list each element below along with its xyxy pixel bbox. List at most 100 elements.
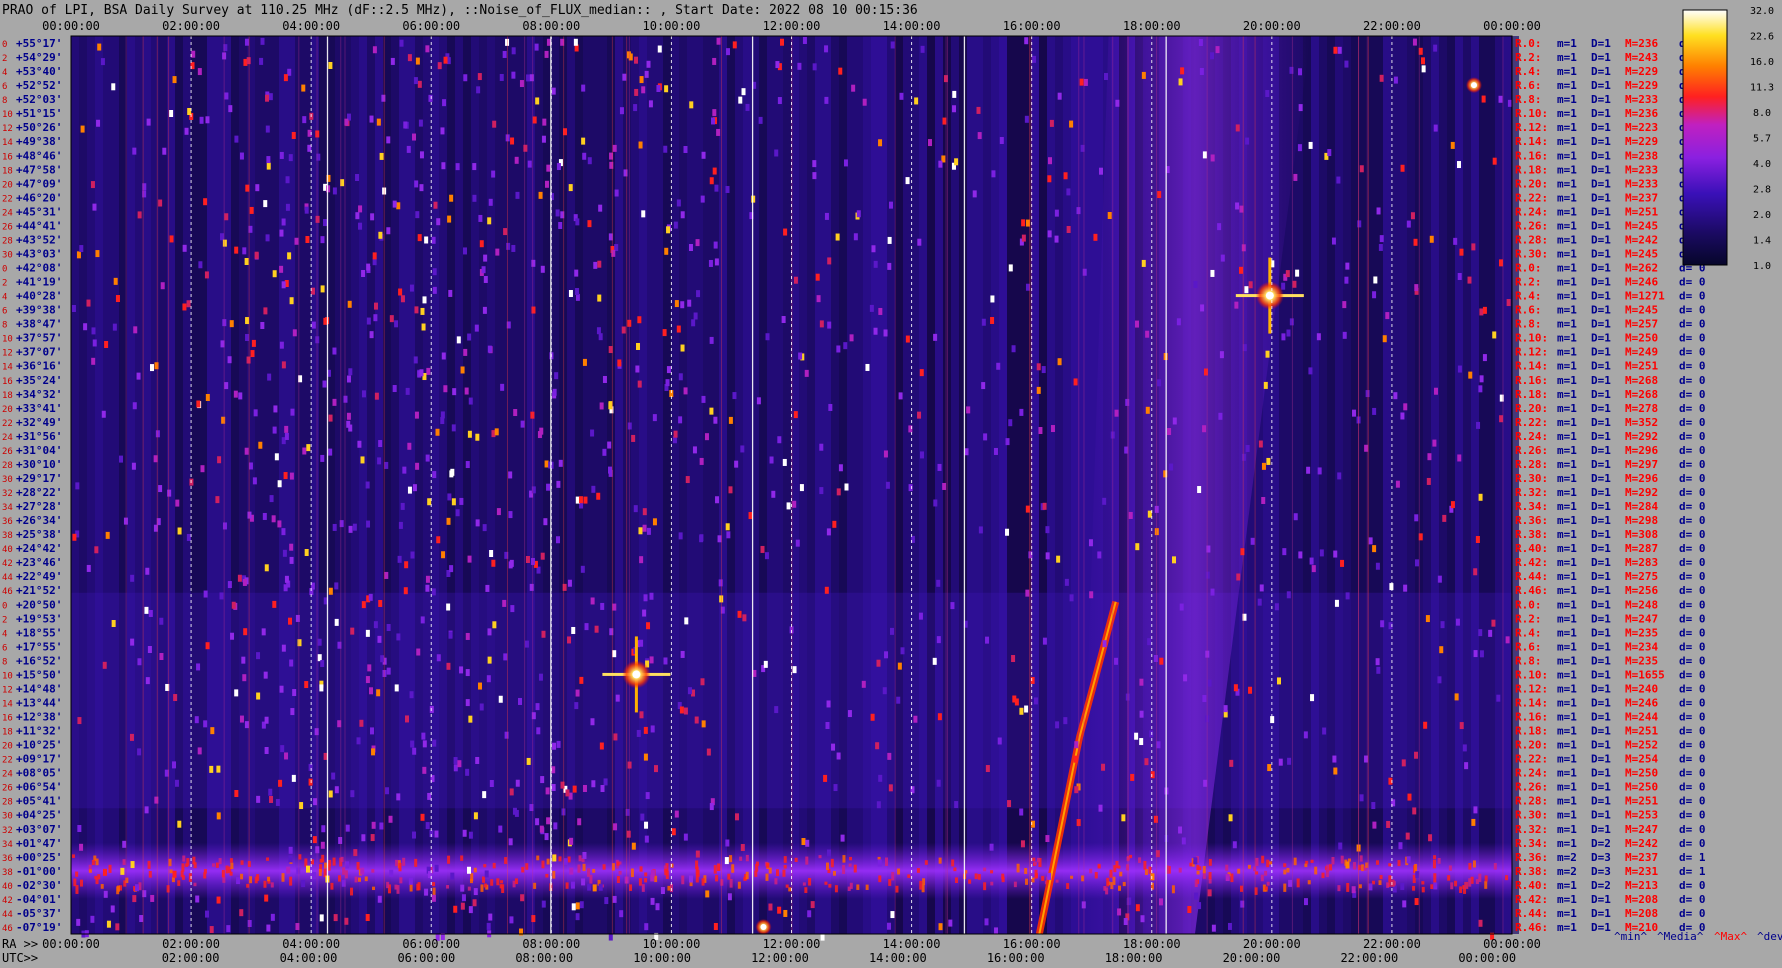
x-top-tick-label: 08:00:00 [522, 19, 580, 33]
speckle-cell [795, 539, 800, 547]
speckle-cell [1098, 167, 1103, 175]
speckle-cell [414, 411, 419, 419]
speckle-cell [415, 462, 420, 470]
row-stat-max: M=233 [1625, 177, 1658, 190]
x-bottom-utc-tick: 12:00:00 [751, 951, 809, 965]
speckle-cell [764, 552, 769, 560]
band-speckle [1106, 877, 1110, 887]
speckle-cell [602, 448, 607, 456]
speckle-cell [172, 76, 177, 84]
y-dec-tick-label: +05°41' [16, 795, 62, 808]
speckle-cell [805, 839, 810, 847]
band-speckle [849, 882, 853, 889]
speckle-cell [437, 62, 442, 70]
row-stat-label: R.8: [1515, 654, 1542, 667]
speckle-cell [1421, 65, 1426, 73]
speckle-cell [662, 329, 667, 337]
band-speckle [990, 870, 994, 874]
speckle-cell [369, 331, 374, 339]
speckle-cell [197, 68, 202, 76]
speckle-cell [964, 448, 969, 456]
band-speckle [171, 877, 175, 883]
speckle-cell [1063, 717, 1068, 725]
x-bottom-ra-tick: 08:00:00 [522, 937, 580, 951]
speckle-cell [1098, 804, 1103, 812]
row-stat-label: R.6: [1515, 304, 1542, 317]
speckle-cell [191, 50, 196, 58]
speckle-cell [849, 334, 854, 342]
speckle-cell [414, 180, 419, 188]
band-speckle [1066, 883, 1070, 889]
speckle-cell [451, 498, 456, 506]
speckle-cell [268, 788, 273, 796]
row-stat-deviation: d= 0 [1679, 879, 1706, 892]
band-speckle [616, 876, 620, 884]
speckle-cell [205, 116, 210, 124]
speckle-cell [1261, 496, 1266, 504]
row-stat-label: R.40: [1515, 879, 1548, 892]
row-stat-min: m=1 [1557, 711, 1577, 724]
band-speckle [1036, 857, 1040, 863]
band-speckle [1126, 864, 1130, 871]
speckle-cell [1414, 559, 1419, 567]
speckle-cell [425, 584, 430, 592]
speckle-cell [1054, 209, 1059, 217]
speckle-cell [824, 212, 829, 220]
speckle-cell [425, 575, 430, 583]
band-speckle [891, 871, 895, 881]
row-stat-label: R.20: [1515, 739, 1548, 752]
speckle-cell [1020, 840, 1025, 848]
band-speckle [1103, 886, 1107, 891]
speckle-cell [405, 387, 410, 395]
speckle-cell [465, 669, 470, 677]
speckle-cell [541, 900, 546, 908]
row-stat-max: M=208 [1625, 893, 1658, 906]
band-speckle [270, 882, 274, 888]
row-stat-max: M=233 [1625, 93, 1658, 106]
speckle-cell [515, 191, 520, 199]
speckle-cell [726, 531, 731, 539]
y-row-index: 28 [2, 461, 13, 471]
row-stat-max: M=262 [1625, 262, 1658, 275]
speckle-cell [1261, 462, 1266, 470]
speckle-cell [377, 457, 382, 465]
speckle-cell [650, 725, 655, 733]
speckle-cell [1014, 698, 1019, 706]
speckle-cell [1258, 440, 1263, 448]
speckle-cell [1333, 767, 1338, 775]
band-speckle [447, 855, 451, 864]
speckle-cell [227, 581, 232, 589]
speckle-cell [649, 656, 654, 664]
speckle-cell [169, 235, 174, 243]
row-stat-median: D=1 [1591, 163, 1611, 176]
speckle-cell [238, 392, 243, 400]
row-stat-min: m=1 [1557, 500, 1577, 513]
speckle-cell [219, 592, 224, 600]
speckle-cell [626, 830, 631, 838]
row-stat-max: M=208 [1625, 907, 1658, 920]
speckle-cell [86, 564, 91, 572]
speckle-cell [1217, 223, 1222, 231]
speckle-cell [1400, 882, 1405, 890]
speckle-cell [1334, 599, 1339, 607]
speckle-cell [158, 485, 163, 493]
speckle-cell [1379, 235, 1384, 243]
speckle-cell [482, 524, 487, 532]
speckle-cell [228, 105, 233, 113]
row-stat-max: M=247 [1625, 823, 1658, 836]
speckle-cell [417, 234, 422, 242]
speckle-cell [871, 245, 876, 253]
speckle-cell [587, 157, 592, 165]
band-speckle [1325, 868, 1329, 878]
speckle-cell [568, 290, 573, 298]
speckle-cell [552, 388, 557, 396]
speckle-cell [680, 650, 685, 658]
speckle-cell [712, 167, 717, 175]
speckle-cell [634, 56, 639, 64]
speckle-cell [259, 57, 264, 65]
speckle-cell [990, 295, 995, 303]
row-stat-label: R.28: [1515, 795, 1548, 808]
band-speckle [533, 882, 537, 889]
row-stat-min: m=1 [1557, 612, 1577, 625]
speckle-cell [75, 482, 80, 490]
